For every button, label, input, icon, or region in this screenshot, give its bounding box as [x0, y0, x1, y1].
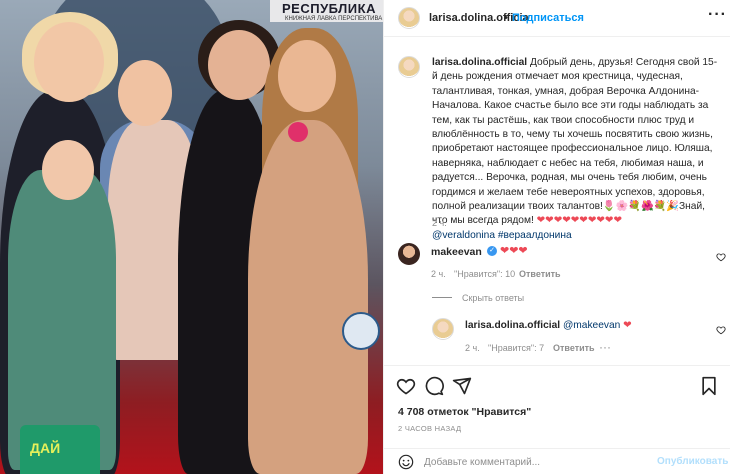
person-2-face — [42, 140, 94, 200]
comment-reply-button[interactable]: Ответить — [519, 269, 561, 279]
caption-hearts: ❤❤❤❤❤❤❤❤❤❤ — [536, 215, 622, 227]
person-1-face — [34, 22, 104, 102]
action-bar — [384, 365, 730, 405]
emoji-icon[interactable] — [398, 454, 414, 470]
person-5-suit — [248, 120, 368, 474]
add-comment-bar: Опубликовать — [384, 448, 730, 474]
author-avatar[interactable] — [398, 7, 420, 29]
caption-mention[interactable]: @veraldonina — [432, 230, 495, 241]
hide-replies-button[interactable]: Скрыть ответы — [462, 293, 524, 303]
reply-reply-button[interactable]: Ответить — [553, 343, 595, 353]
publish-button[interactable]: Опубликовать — [657, 456, 728, 467]
comment-bubble-icon[interactable] — [424, 376, 444, 396]
bag-text: ДАЙ — [30, 440, 61, 456]
reply-like-heart-icon[interactable] — [716, 325, 726, 335]
comment-likes[interactable]: "Нравится": 10 — [454, 269, 515, 279]
verified-badge-icon: ✓ — [487, 246, 497, 256]
post-photo[interactable]: РЕСПУБЛИКА КНИЖНАЯ ЛАВКА ПЕРСПЕКТИВА ДАЙ — [0, 0, 383, 474]
person-4-face — [208, 30, 270, 100]
reply-avatar[interactable] — [432, 318, 454, 340]
post-header: larisa.dolina.officia • Подписаться ··· — [384, 0, 730, 37]
person-3-face — [118, 60, 172, 126]
comment-avatar[interactable] — [398, 243, 420, 265]
post-side-panel: larisa.dolina.officia • Подписаться ··· … — [383, 0, 730, 474]
reply-likes[interactable]: "Нравится": 7 — [488, 343, 544, 353]
header-separator: • — [504, 12, 508, 24]
caption-hashtag[interactable]: #вераалдонина — [498, 230, 572, 241]
comment-username[interactable]: makeevan — [431, 246, 482, 258]
more-options-icon[interactable]: ··· — [708, 6, 727, 24]
post-caption: larisa.dolina.official Добрый день, друз… — [432, 56, 722, 243]
caption-avatar[interactable] — [398, 56, 420, 78]
comment-time[interactable]: 2 ч. — [431, 269, 446, 279]
reply-text: larisa.dolina.official @makeevan ❤ — [465, 320, 632, 331]
likes-count[interactable]: 4 708 отметок "Нравится" — [398, 406, 531, 418]
comment-like-heart-icon[interactable] — [716, 252, 726, 262]
like-heart-icon[interactable] — [396, 376, 416, 396]
reply-mention[interactable]: @makeevan — [563, 320, 620, 331]
caption-text: Добрый день, друзья! Сегодня свой 15-й д… — [432, 57, 718, 227]
flower-brooch — [288, 122, 308, 142]
banner-title: РЕСПУБЛИКА — [282, 1, 376, 16]
person-5-face — [278, 40, 336, 112]
caption-time[interactable]: 2 ч. — [432, 218, 447, 228]
bookmark-save-icon[interactable] — [699, 376, 719, 396]
reply-more-icon[interactable]: ··· — [599, 340, 611, 354]
follow-button[interactable]: Подписаться — [512, 12, 584, 24]
event-logo-badge — [342, 312, 380, 350]
banner-subtitle: КНИЖНАЯ ЛАВКА ПЕРСПЕКТИВА — [285, 16, 383, 22]
hide-replies-line — [432, 297, 452, 298]
comment-input[interactable] — [424, 454, 644, 470]
post-timestamp[interactable]: 2 ЧАСОВ НАЗАД — [398, 424, 461, 433]
caption-username[interactable]: larisa.dolina.official — [432, 57, 527, 68]
reply-heart: ❤ — [623, 320, 632, 331]
reply-time[interactable]: 2 ч. — [465, 343, 480, 353]
reply-username[interactable]: larisa.dolina.official — [465, 320, 560, 331]
share-send-icon[interactable] — [452, 376, 472, 396]
comment-text: ❤❤❤ — [500, 245, 528, 257]
